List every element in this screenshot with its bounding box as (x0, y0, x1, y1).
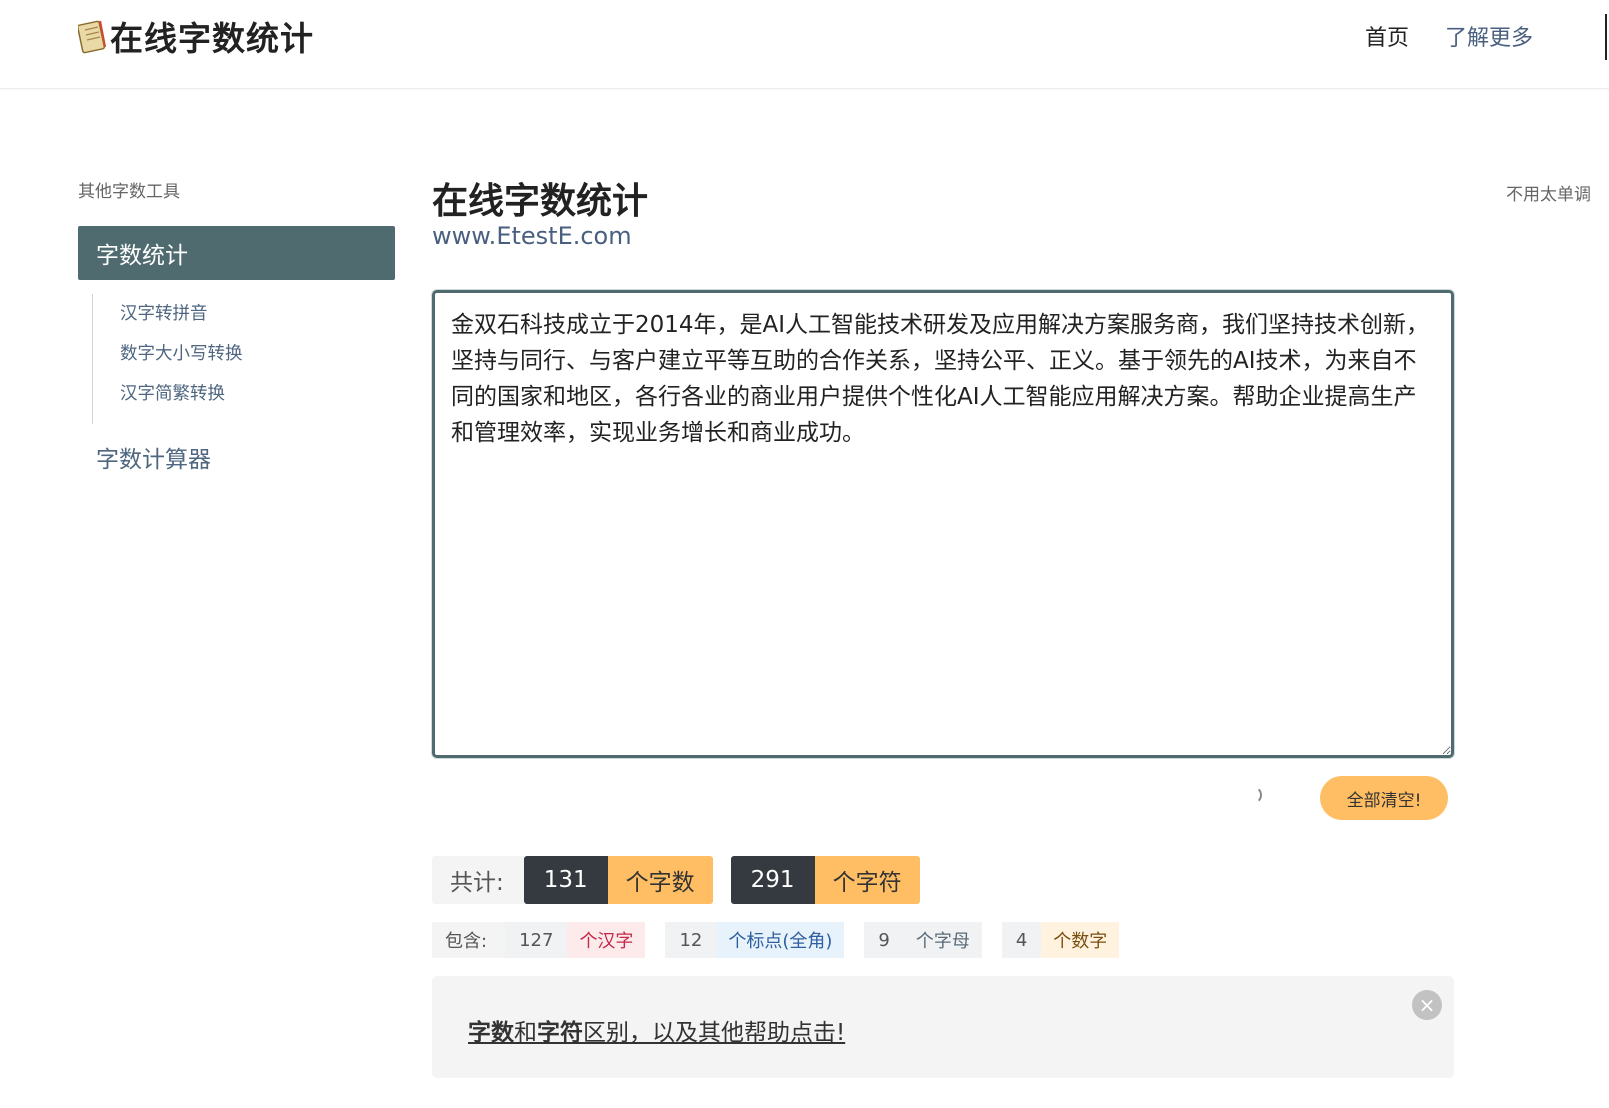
clear-all-button[interactable]: 全部清空! (1320, 776, 1448, 820)
right-hint: 不用太单调 (1506, 185, 1591, 205)
letter-unit: 个字母 (903, 922, 982, 958)
breakdown-label: 包含: (432, 922, 506, 958)
page-title: 在线字数统计 (432, 181, 649, 222)
nav-more-link[interactable]: 了解更多 (1445, 20, 1533, 52)
help-link-and: 和 (514, 1020, 537, 1046)
close-icon[interactable]: × (1412, 990, 1442, 1020)
sidebar-item-number-case[interactable]: 数字大小写转换 (120, 340, 352, 380)
loading-spinner-icon (1244, 786, 1262, 804)
digit-unit: 个数字 (1041, 922, 1120, 958)
totals-bar: 共计: 131 个字数 291 个字符 (432, 856, 920, 904)
sidebar-item-calculator[interactable]: 字数计算器 (96, 440, 211, 474)
sidebar-item-pinyin[interactable]: 汉字转拼音 (120, 300, 352, 340)
sidebar-item-simp-trad[interactable]: 汉字简繁转换 (120, 380, 352, 420)
char-count-unit: 个字数 (607, 856, 713, 904)
help-link-char: 字符 (537, 1020, 583, 1046)
sidebar-section-label: 其他字数工具 (78, 182, 180, 202)
totals-label: 共计: (432, 856, 524, 904)
letter-count: 9 (864, 922, 904, 958)
help-panel: 字数和字符区别，以及其他帮助点击! × (432, 976, 1454, 1078)
logo-text: 在线字数统计 (110, 19, 314, 58)
sidebar-item-word-count[interactable]: 字数统计 (78, 226, 395, 280)
top-header: 在线字数统计 首页 了解更多 (0, 0, 1609, 89)
nav-home-link[interactable]: 首页 (1365, 20, 1409, 52)
site-logo[interactable]: 在线字数统计 (78, 14, 314, 58)
text-input-area[interactable]: 金双石科技成立于2014年，是AI人工智能技术研发及应用解决方案服务商，我们坚持… (432, 290, 1454, 758)
char-count-value: 131 (523, 856, 608, 904)
punct-unit: 个标点(全角) (716, 922, 845, 958)
help-link-rest: 区别，以及其他帮助点击! (583, 1020, 846, 1046)
site-url-link[interactable]: www.EtestE.com (432, 222, 632, 250)
digit-count: 4 (1001, 922, 1042, 958)
help-link[interactable]: 字数和字符区别，以及其他帮助点击! (468, 1013, 845, 1047)
book-icon (78, 20, 107, 54)
hanzi-unit: 个汉字 (567, 922, 646, 958)
symbol-count-value: 291 (730, 856, 815, 904)
help-link-word-count: 字数 (468, 1020, 514, 1046)
hanzi-count: 127 (505, 922, 568, 958)
sidebar-subnav: 汉字转拼音 数字大小写转换 汉字简繁转换 (92, 294, 352, 424)
symbol-count-unit: 个字符 (814, 856, 920, 904)
top-nav: 首页 了解更多 (1365, 20, 1533, 52)
header-divider (1605, 14, 1607, 60)
punct-count: 12 (665, 922, 717, 958)
breakdown-bar: 包含: 127 个汉字 12 个标点(全角) 9 个字母 4 个数字 (432, 922, 1120, 958)
